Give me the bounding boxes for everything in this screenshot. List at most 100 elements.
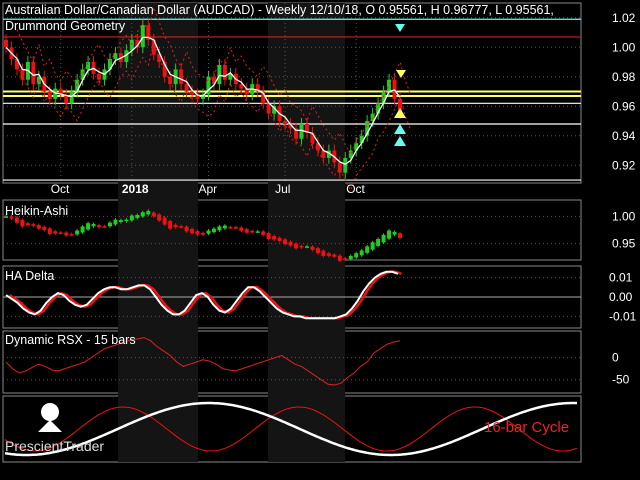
ha-candle (321, 250, 326, 256)
ha-candle (398, 233, 402, 239)
ha-candle (20, 220, 25, 227)
ha-candle (151, 212, 156, 217)
price-candle (97, 73, 102, 80)
ha-candle (332, 254, 337, 257)
logo-person-icon (41, 403, 59, 421)
ha-candle (179, 226, 184, 228)
price-tick-label: 0.92 (612, 158, 636, 172)
price-tick-label: 1.00 (612, 40, 636, 54)
price-tick-label: 0.96 (612, 99, 636, 113)
ha-candle (190, 229, 195, 234)
ha-candle (201, 232, 205, 235)
price-candle (337, 162, 342, 173)
ha-candle (113, 219, 118, 225)
ha-candle (206, 230, 211, 234)
ha-candle (135, 215, 140, 218)
ha-candle (233, 227, 238, 229)
ha-candle (47, 228, 52, 235)
ha-candle (118, 220, 123, 223)
ha-candle (42, 226, 47, 230)
ha-candle (261, 231, 266, 235)
ha-candle (239, 227, 244, 231)
ha-candle (184, 226, 189, 232)
x-tick-label: 2018 (122, 182, 149, 196)
ha-candle (228, 227, 233, 229)
ha-candle (359, 250, 364, 256)
ha-candle (370, 242, 375, 250)
ha-candle (97, 225, 102, 228)
ha-candle (25, 223, 30, 226)
brand-watermark: PrescientTrader (5, 438, 104, 454)
ha-delta-label: HA Delta (5, 269, 54, 283)
ha-candle (299, 245, 304, 248)
price-tick-label: 1.02 (612, 11, 636, 25)
ha-candle (124, 219, 129, 222)
ha-candle (53, 231, 58, 234)
ha-candle (343, 258, 348, 260)
chart-canvas: 1.02 1.00 0.98 0.96 0.94 0.92 1.00 0.95 0.01 0.00… (2, 2, 637, 463)
shade-band (268, 3, 345, 462)
ha-candle (222, 225, 227, 229)
price-candle (4, 39, 8, 48)
ha-candle (255, 231, 260, 233)
ha-candle (80, 226, 85, 233)
ha-candle (211, 228, 216, 233)
price-candle (217, 64, 222, 85)
ha-candle (173, 224, 178, 228)
ha-candle (250, 230, 255, 233)
x-tick-label: Oct (51, 182, 70, 196)
ha-candle (294, 243, 299, 249)
price-candle (343, 157, 348, 173)
rsx-label: Dynamic RSX - 15 bars (5, 333, 136, 347)
ha-candle (91, 224, 96, 227)
chart-panels (2, 2, 582, 463)
delta-tick-label: -0.01 (609, 309, 637, 323)
ha-candle (107, 222, 112, 227)
ha-candle (129, 215, 134, 221)
ha-candle (326, 253, 331, 256)
x-tick-label: Oct (346, 182, 365, 196)
chart-title: Australian Dollar/Canadian Dollar (AUDCA… (5, 3, 554, 17)
ha-candle (348, 255, 353, 260)
price-candle (222, 64, 227, 80)
ha-candle (392, 231, 397, 235)
ha-candle (157, 214, 162, 221)
ha-candle (283, 239, 288, 245)
price-candle (283, 121, 288, 124)
heikin-ashi-label: Heikin-Ashi (5, 204, 68, 218)
ha-candle (75, 230, 80, 235)
ha-candle (337, 255, 342, 261)
price-candle (31, 62, 36, 85)
ha-candle (315, 248, 320, 254)
ha-candle (31, 224, 36, 226)
delta-tick-label: 0.01 (609, 271, 633, 285)
price-tick-label: 0.98 (612, 70, 636, 84)
ha-candle (102, 226, 107, 228)
ha-candle (69, 234, 74, 236)
cycle-label: 16-bar Cycle (484, 419, 569, 436)
ha-candle (217, 226, 222, 231)
ha-tick-label: 1.00 (612, 209, 636, 223)
price-candle (69, 91, 74, 104)
rsx-tick-label: -50 (612, 373, 630, 387)
ha-tick-label: 0.95 (612, 237, 636, 251)
x-tick-label: Jul (275, 182, 290, 196)
ha-candle (354, 253, 359, 258)
ha-candle (14, 217, 19, 223)
rsx-tick-label: 0 (612, 351, 619, 365)
ha-candle (140, 212, 145, 217)
price-candle (179, 69, 184, 85)
ha-candle (272, 236, 277, 240)
price-tick-label: 0.94 (612, 129, 636, 143)
ha-candle (304, 246, 309, 248)
ha-candle (58, 232, 63, 234)
chart-subtitle: Drummond Geometry (5, 19, 126, 33)
ha-candle (146, 210, 151, 215)
ha-candle (244, 229, 249, 233)
ha-candle (381, 234, 386, 243)
ha-candle (365, 246, 370, 253)
ha-candle (195, 231, 200, 235)
ha-candle (168, 221, 173, 229)
ha-candle (266, 233, 271, 239)
price-candle (113, 53, 118, 60)
